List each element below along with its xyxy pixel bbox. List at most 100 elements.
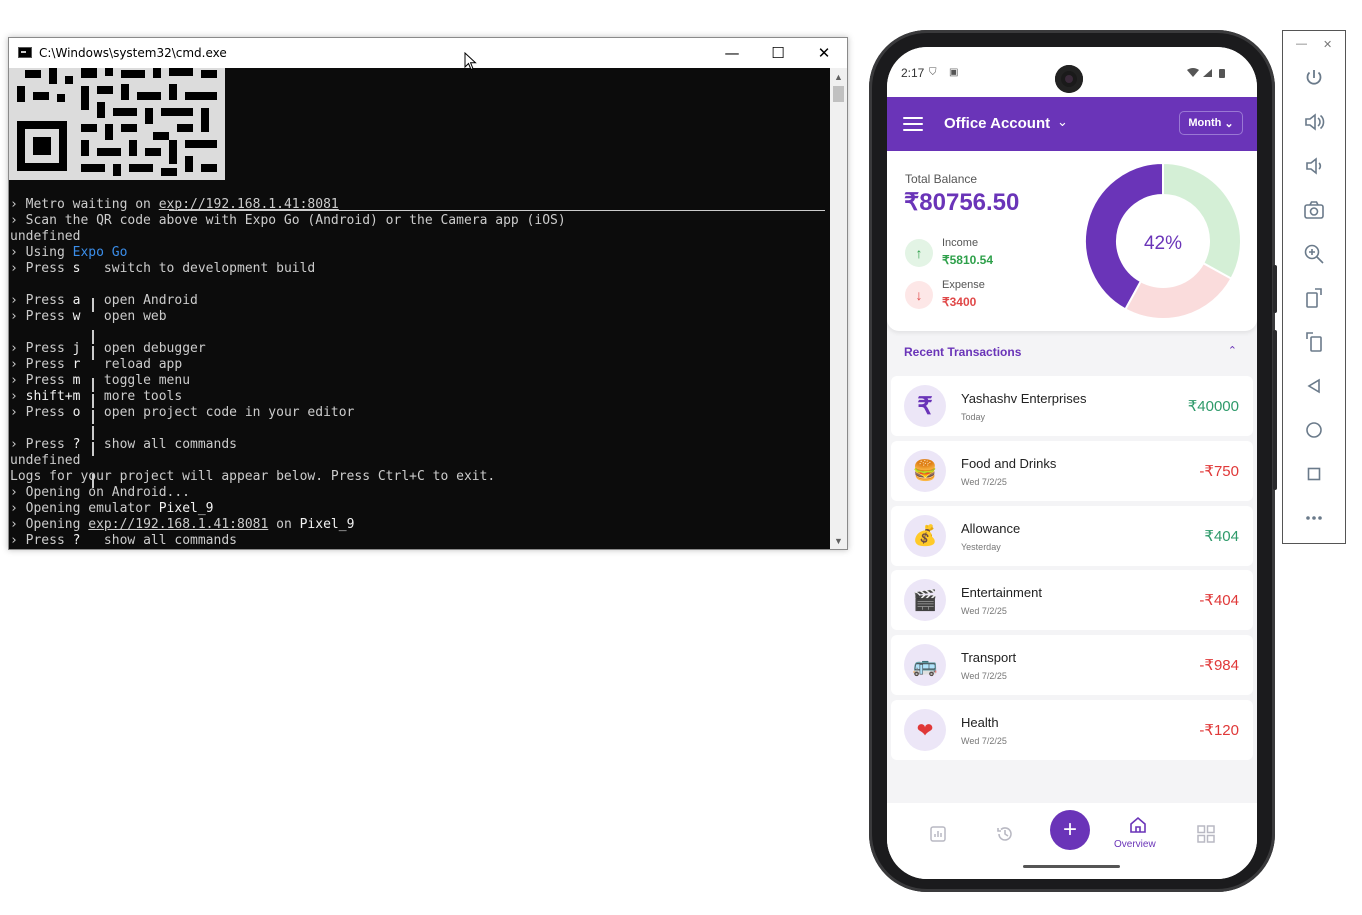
recent-transactions-title: Recent Transactions xyxy=(904,345,1022,359)
add-transaction-button[interactable]: + xyxy=(1050,810,1090,850)
shield-icon: ⛉ xyxy=(929,67,937,78)
scroll-thumb[interactable] xyxy=(833,86,844,102)
transaction-row[interactable]: ₹ Yashashv Enterprises Today ₹40000 xyxy=(891,376,1253,436)
close-icon[interactable]: ✕ xyxy=(1323,38,1332,51)
rotate-right-icon[interactable] xyxy=(1301,329,1327,355)
period-dropdown[interactable]: Month ⌄ xyxy=(1179,111,1243,135)
period-label: Month xyxy=(1188,117,1222,129)
account-selector[interactable]: Office Account xyxy=(944,115,1050,132)
terminal-segment: › Press xyxy=(10,309,73,324)
scroll-up-icon[interactable]: ▲ xyxy=(830,68,847,85)
transport-icon: 🚌 xyxy=(904,644,946,687)
terminal-segment: › Press xyxy=(10,405,73,420)
chevron-down-icon: ⌄ xyxy=(1224,117,1234,130)
terminal-segment: toggle menu xyxy=(80,373,191,388)
overview-icon[interactable] xyxy=(1301,461,1327,487)
income-label: Income xyxy=(942,237,979,249)
phone-emulator: 2:17 ⛉ ▣ Office Account ⌄ Month ⌄ Total … xyxy=(869,30,1277,892)
home-icon[interactable] xyxy=(1126,813,1150,837)
cmd-app-icon xyxy=(18,47,32,58)
mouse-cursor-icon xyxy=(464,52,477,71)
terminal-segment: Pixel_9 xyxy=(299,517,355,532)
terminal-segment: switch to development build xyxy=(80,261,316,276)
volume-up-icon[interactable] xyxy=(1301,109,1327,135)
close-button[interactable]: ✕ xyxy=(801,38,847,68)
separator xyxy=(92,346,94,360)
grid-icon[interactable] xyxy=(1194,822,1218,846)
notification-icon: ▣ xyxy=(949,67,959,78)
transaction-row[interactable]: 🎬 Entertainment Wed 7/2/25 -₹404 xyxy=(891,570,1253,631)
scroll-down-icon[interactable]: ▼ xyxy=(830,532,847,549)
separator xyxy=(92,394,94,408)
terminal-segment: open debugger xyxy=(80,341,206,356)
chart-icon[interactable] xyxy=(926,822,950,846)
transaction-name: Entertainment xyxy=(961,585,1042,601)
phone-side-button xyxy=(1273,265,1277,313)
transaction-amount: -₹404 xyxy=(1199,592,1239,610)
expense-value: ₹3400 xyxy=(942,295,977,309)
transaction-date: Wed 7/2/25 xyxy=(961,736,1007,746)
rotate-left-icon[interactable] xyxy=(1301,285,1327,311)
separator xyxy=(92,410,94,424)
maximize-button[interactable]: ☐ xyxy=(755,38,801,68)
separator xyxy=(92,442,94,456)
camera-icon[interactable] xyxy=(1301,197,1327,223)
transaction-row[interactable]: 💰 Allowance Yesterday ₹404 xyxy=(891,505,1253,566)
separator xyxy=(92,474,94,488)
transaction-name: Health xyxy=(961,715,999,730)
transaction-amount: -₹984 xyxy=(1199,657,1239,675)
terminal-segment: open Android xyxy=(80,293,198,308)
menu-icon[interactable] xyxy=(903,117,923,131)
transaction-date: Wed 7/2/25 xyxy=(961,606,1007,617)
expense-label: Expense xyxy=(942,279,985,291)
health-icon: ❤ xyxy=(904,709,946,751)
terminal-output[interactable]: › Metro waiting on exp://192.168.1.41:80… xyxy=(9,68,829,549)
phone-screen: 2:17 ⛉ ▣ Office Account ⌄ Month ⌄ Total … xyxy=(887,47,1257,879)
cmd-titlebar[interactable]: C:\Windows\system32\cmd.exe — ☐ ✕ xyxy=(9,38,847,68)
more-icon[interactable] xyxy=(1301,505,1327,531)
transaction-amount: -₹750 xyxy=(1199,462,1239,480)
scrollbar[interactable]: ▲ ▼ xyxy=(830,68,847,549)
history-icon[interactable] xyxy=(993,822,1017,846)
back-icon[interactable] xyxy=(1301,373,1327,399)
zoom-icon[interactable] xyxy=(1301,241,1327,267)
terminal-segment: › Press xyxy=(10,357,73,372)
arrow-down-icon: ↓ xyxy=(905,281,933,309)
home-icon[interactable] xyxy=(1301,417,1327,443)
terminal-segment: › Using xyxy=(10,245,73,260)
terminal-segment: Logs for your project will appear below.… xyxy=(10,469,496,484)
terminal-segment: › Opening emulator xyxy=(10,501,159,516)
terminal-segment: on xyxy=(268,517,300,532)
allowance-icon: 💰 xyxy=(904,514,946,557)
transaction-name: Allowance xyxy=(961,520,1021,536)
separator xyxy=(92,378,94,392)
transaction-row[interactable]: 🍔 Food and Drinks Wed 7/2/25 -₹750 xyxy=(891,440,1253,501)
power-icon[interactable] xyxy=(1301,65,1327,91)
transaction-name: Yashashv Enterprises xyxy=(961,391,1087,406)
terminal-segment: › Metro waiting on xyxy=(10,197,159,212)
terminal-segment: › Opening on Android... xyxy=(10,485,191,500)
separator xyxy=(92,426,94,440)
food-icon: 🍔 xyxy=(904,449,946,492)
total-balance-value: ₹80756.50 xyxy=(904,189,1020,216)
qr-code xyxy=(9,68,225,180)
chevron-up-icon[interactable]: ⌃ xyxy=(1228,344,1237,357)
transaction-row[interactable]: ❤ Health Wed 7/2/25 -₹120 xyxy=(891,700,1253,760)
transaction-row[interactable]: 🚌 Transport Wed 7/2/25 -₹984 xyxy=(891,635,1253,696)
chevron-down-icon[interactable]: ⌄ xyxy=(1057,114,1068,130)
terminal-segment: undefined xyxy=(10,453,81,468)
transaction-name: Food and Drinks xyxy=(961,455,1057,471)
balance-card: Total Balance ₹80756.50 ↑ Income ₹5810.5… xyxy=(887,151,1257,331)
terminal-segment: › xyxy=(10,389,26,404)
terminal-segment: › Press xyxy=(10,293,73,308)
donut-segment-2 xyxy=(1162,161,1242,280)
minimize-icon[interactable]: — xyxy=(1296,38,1307,50)
cmd-window: C:\Windows\system32\cmd.exe — ☐ ✕ › Metr… xyxy=(8,37,848,550)
terminal-segment: › Press xyxy=(10,437,73,452)
volume-down-icon[interactable] xyxy=(1301,153,1327,179)
home-indicator[interactable] xyxy=(1023,865,1120,868)
arrow-up-icon: ↑ xyxy=(905,239,933,267)
minimize-button[interactable]: — xyxy=(709,38,755,68)
terminal-segment: shift+m xyxy=(25,389,81,404)
nav-overview-label[interactable]: Overview xyxy=(1114,839,1156,850)
